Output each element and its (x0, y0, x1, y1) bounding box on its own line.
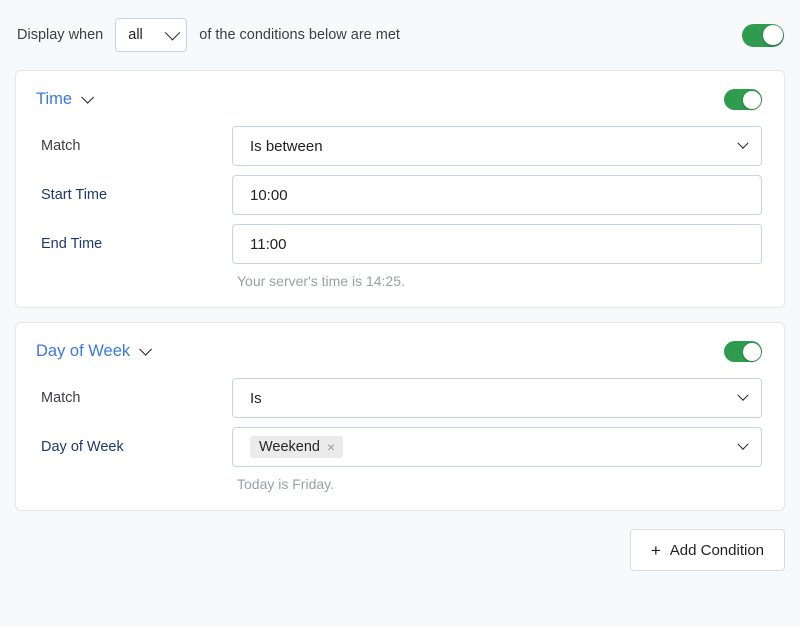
chevron-down-icon[interactable] (139, 343, 152, 356)
end-time-input[interactable]: 11:00 (232, 224, 762, 264)
chevron-down-icon (165, 24, 181, 40)
chevron-down-icon (737, 390, 748, 401)
condition-card-day-of-week: Day of Week Match Is Day of Week Weekend… (15, 322, 785, 511)
match-mode-value: all (128, 27, 167, 43)
row-label-match: Match (36, 138, 232, 154)
condition-toggle-time[interactable] (724, 89, 762, 110)
row-label-start-time: Start Time (36, 187, 232, 203)
helper-text-today: Today is Friday. (36, 476, 762, 492)
end-time-value: 11:00 (250, 236, 747, 253)
conditions-builder-page: Display when all of the conditions below… (0, 0, 800, 627)
match-select-day-of-week[interactable]: Is (232, 378, 762, 418)
start-time-input[interactable]: 10:00 (232, 175, 762, 215)
display-conditions-toggle[interactable] (742, 24, 784, 47)
conditions-footer: + Add Condition (0, 529, 800, 571)
row-label-day-of-week: Day of Week (36, 439, 232, 455)
condition-card-time: Time Match Is between Start Time 10:00 E… (15, 70, 785, 308)
display-conditions-header: Display when all of the conditions below… (0, 0, 800, 70)
toggle-knob (763, 25, 783, 45)
match-select-time-value: Is between (250, 138, 739, 155)
display-when-label: Display when (17, 27, 103, 43)
chevron-down-icon[interactable] (81, 91, 94, 104)
chevron-down-icon (737, 439, 748, 450)
add-condition-button[interactable]: + Add Condition (630, 529, 785, 571)
plus-icon: + (651, 542, 661, 559)
condition-header-time: Time (36, 89, 762, 110)
helper-text-server-time: Your server's time is 14:25. (36, 273, 762, 289)
condition-row-match: Match Is between (36, 126, 762, 166)
row-label-match: Match (36, 390, 232, 406)
condition-title-day-of-week[interactable]: Day of Week (36, 342, 130, 361)
close-icon[interactable]: × (327, 440, 335, 454)
conditions-met-label: of the conditions below are met (199, 27, 400, 43)
condition-row-day-of-week: Day of Week Weekend × (36, 427, 762, 467)
toggle-knob (743, 91, 761, 109)
row-label-end-time: End Time (36, 236, 232, 252)
condition-title-time[interactable]: Time (36, 90, 72, 109)
condition-header-day-of-week: Day of Week (36, 341, 762, 362)
match-select-day-of-week-value: Is (250, 390, 739, 407)
condition-row-start-time: Start Time 10:00 (36, 175, 762, 215)
chevron-down-icon (737, 138, 748, 149)
toggle-knob (743, 343, 761, 361)
condition-toggle-day-of-week[interactable] (724, 341, 762, 362)
add-condition-label: Add Condition (670, 542, 764, 559)
tag-label: Weekend (259, 440, 320, 455)
match-mode-select[interactable]: all (115, 18, 187, 52)
start-time-value: 10:00 (250, 187, 747, 204)
day-of-week-multiselect[interactable]: Weekend × (232, 427, 762, 467)
condition-row-match: Match Is (36, 378, 762, 418)
tag-chip: Weekend × (250, 436, 343, 459)
match-select-time[interactable]: Is between (232, 126, 762, 166)
condition-row-end-time: End Time 11:00 (36, 224, 762, 264)
day-of-week-tags: Weekend × (250, 436, 739, 459)
